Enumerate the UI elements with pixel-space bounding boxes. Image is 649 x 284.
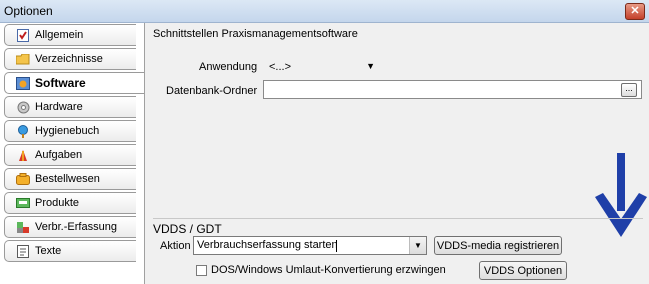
sidebar-item-label: Allgemein	[35, 29, 84, 41]
db-folder-input[interactable]: ...	[263, 80, 642, 99]
tasks-icon	[16, 148, 30, 162]
window-title: Optionen	[4, 4, 53, 18]
pin-icon	[16, 124, 30, 138]
more-icon: ...	[625, 83, 633, 93]
sidebar-item-aufgaben[interactable]: Aufgaben	[4, 144, 136, 166]
sidebar-item-hardware[interactable]: Hardware	[4, 96, 136, 118]
folder-icon	[16, 52, 30, 66]
sidebar-item-label: Texte	[35, 245, 62, 257]
sidebar: Allgemein Verzeichnisse Software Hardwar…	[0, 23, 145, 284]
chevron-down-icon: ▼	[414, 241, 422, 250]
sidebar-item-software[interactable]: Software	[4, 72, 145, 94]
arrow-down-icon	[595, 153, 647, 237]
software-icon	[16, 76, 30, 90]
section-title: Schnittstellen Praxismanagementsoftware	[153, 28, 358, 40]
vdds-register-button[interactable]: VDDS-media registrieren	[434, 236, 562, 255]
sidebar-item-label: Hardware	[35, 101, 83, 113]
sidebar-item-bestellwesen[interactable]: Bestellwesen	[4, 168, 136, 190]
order-icon	[16, 172, 30, 186]
anwendung-value: <...>	[269, 60, 292, 73]
section-divider	[153, 218, 643, 219]
aktion-value: Verbrauchserfassung starten	[197, 239, 338, 251]
vdds-register-label: VDDS-media registrieren	[436, 239, 560, 252]
sidebar-item-label: Software	[35, 76, 86, 90]
anwendung-label: Anwendung	[199, 61, 258, 73]
settings-panel: Schnittstellen Praxismanagementsoftware …	[144, 23, 649, 284]
sidebar-item-label: Produkte	[35, 197, 80, 209]
close-button[interactable]: ✕	[625, 3, 645, 20]
sidebar-item-verbr-erfassung[interactable]: Verbr.-Erfassung	[4, 216, 136, 238]
sidebar-item-label: Aufgaben	[35, 149, 83, 161]
texts-icon	[16, 244, 30, 258]
chevron-down-icon: ▼	[366, 61, 375, 71]
aktion-label: Aktion	[160, 240, 191, 252]
sidebar-item-label: Hygienebuch	[35, 125, 100, 137]
text-cursor	[336, 240, 337, 252]
gear-icon	[16, 100, 30, 114]
sidebar-item-label: Verbr.-Erfassung	[35, 221, 117, 233]
products-icon	[16, 196, 30, 210]
browse-button[interactable]: ...	[621, 83, 637, 97]
sidebar-item-allgemein[interactable]: Allgemein	[4, 24, 136, 46]
anwendung-select[interactable]: <...> ▼	[263, 58, 381, 75]
umlaut-checkbox[interactable]	[196, 265, 207, 276]
sidebar-item-label: Verzeichnisse	[35, 53, 103, 65]
sidebar-item-verzeichnisse[interactable]: Verzeichnisse	[4, 48, 136, 70]
vdds-options-label: VDDS Optionen	[483, 264, 563, 277]
consumption-icon	[16, 220, 30, 234]
aktion-select[interactable]: Verbrauchserfassung starten ▼	[193, 236, 427, 255]
db-folder-label: Datenbank-Ordner	[166, 85, 258, 97]
sidebar-item-texte[interactable]: Texte	[4, 240, 136, 262]
umlaut-checkbox-label: DOS/Windows Umlaut-Konvertierung erzwing…	[211, 264, 446, 276]
sidebar-item-produkte[interactable]: Produkte	[4, 192, 136, 214]
sidebar-item-hygienebuch[interactable]: Hygienebuch	[4, 120, 136, 142]
vdds-section-title: VDDS / GDT	[153, 222, 222, 236]
dropdown-button[interactable]: ▼	[409, 237, 426, 254]
title-bar: Optionen ✕	[0, 0, 649, 23]
sidebar-item-label: Bestellwesen	[35, 173, 100, 185]
close-icon: ✕	[630, 5, 640, 17]
vdds-options-button[interactable]: VDDS Optionen	[479, 261, 567, 280]
checklist-icon	[16, 28, 30, 42]
